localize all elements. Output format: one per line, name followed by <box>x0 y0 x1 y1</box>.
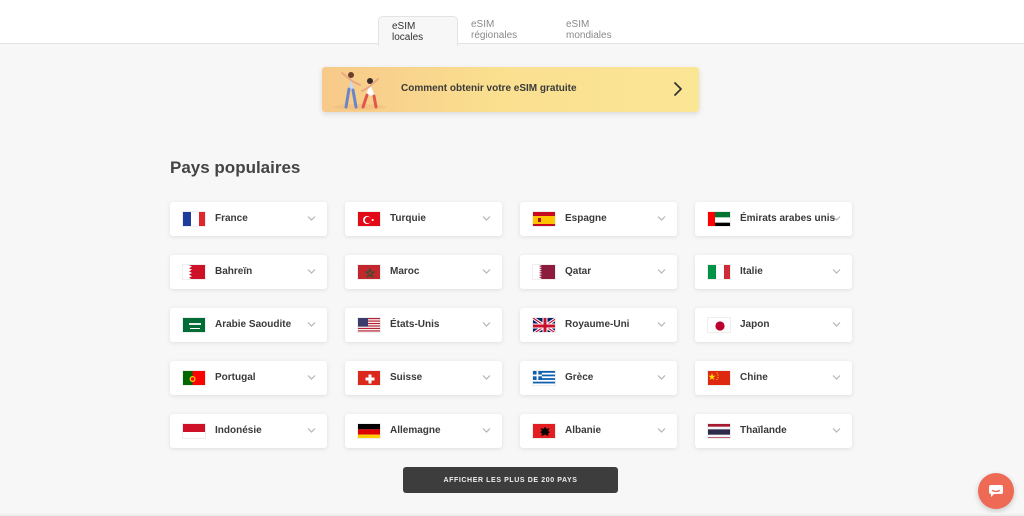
chat-button[interactable] <box>978 473 1014 509</box>
chevron-down-icon <box>832 322 841 327</box>
country-card-chine[interactable]: Chine <box>695 361 852 395</box>
chevron-down-icon <box>307 428 316 433</box>
uk-flag-icon <box>532 317 556 333</box>
dancing-people-illustration <box>334 72 386 110</box>
switzerland-flag-icon <box>357 370 381 386</box>
country-name: Turquie <box>390 213 426 224</box>
country-name: Chine <box>740 372 768 383</box>
chevron-down-icon <box>307 322 316 327</box>
country-card-italie[interactable]: Italie <box>695 255 852 289</box>
japan-flag-icon <box>707 317 731 333</box>
thailand-flag-icon <box>707 423 731 439</box>
bahrain-flag-icon <box>182 264 206 280</box>
portugal-flag-icon <box>182 370 206 386</box>
italy-flag-icon <box>707 264 731 280</box>
country-card-indonesie[interactable]: Indonésie <box>170 414 327 448</box>
chevron-down-icon <box>482 375 491 380</box>
esim-tabs: eSIM locales eSIM régionales eSIM mondia… <box>378 15 648 46</box>
country-name: Bahreïn <box>215 266 253 277</box>
country-card-royaume-uni[interactable]: Royaume-Uni <box>520 308 677 342</box>
chevron-down-icon <box>832 375 841 380</box>
country-name: Japon <box>740 319 770 330</box>
country-card-suisse[interactable]: Suisse <box>345 361 502 395</box>
country-name: Thaïlande <box>740 425 787 436</box>
tab-esim-regionales[interactable]: eSIM régionales <box>458 15 553 45</box>
germany-flag-icon <box>357 423 381 439</box>
morocco-flag-icon <box>357 264 381 280</box>
free-esim-promo-banner[interactable]: Comment obtenir votre eSIM gratuite <box>322 67 699 112</box>
section-title: Pays populaires <box>170 158 301 177</box>
uae-flag-icon <box>707 211 731 227</box>
country-card-turquie[interactable]: Turquie <box>345 202 502 236</box>
usa-flag-icon <box>357 317 381 333</box>
country-name: Suisse <box>390 372 423 383</box>
chat-bubble-icon <box>989 485 1003 497</box>
chevron-down-icon <box>657 269 666 274</box>
country-name: Royaume-Uni <box>565 319 630 330</box>
chevron-down-icon <box>482 428 491 433</box>
country-card-emirats[interactable]: Émirats arabes unis <box>695 202 852 236</box>
country-name: Indonésie <box>215 425 262 436</box>
country-card-portugal[interactable]: Portugal <box>170 361 327 395</box>
chevron-down-icon <box>307 375 316 380</box>
saudi-arabia-flag-icon <box>182 317 206 333</box>
chevron-right-icon <box>674 82 682 96</box>
greece-flag-icon <box>532 370 556 386</box>
promo-text: Comment obtenir votre eSIM gratuite <box>401 83 577 94</box>
country-name: Albanie <box>565 425 602 436</box>
country-name: États-Unis <box>390 319 440 330</box>
turkey-flag-icon <box>357 211 381 227</box>
country-name: Arabie Saoudite <box>215 319 292 330</box>
country-card-japon[interactable]: Japon <box>695 308 852 342</box>
qatar-flag-icon <box>532 264 556 280</box>
country-card-espagne[interactable]: Espagne <box>520 202 677 236</box>
country-card-allemagne[interactable]: Allemagne <box>345 414 502 448</box>
chevron-down-icon <box>832 428 841 433</box>
tab-esim-mondiales[interactable]: eSIM mondiales <box>553 15 648 45</box>
country-name: Allemagne <box>390 425 441 436</box>
country-card-etats-unis[interactable]: États-Unis <box>345 308 502 342</box>
chevron-down-icon <box>482 322 491 327</box>
country-name: Portugal <box>215 372 256 383</box>
popular-countries-grid: France Turquie Espagne Émirats arabes un… <box>170 202 852 448</box>
country-name: Grèce <box>565 372 594 383</box>
chevron-down-icon <box>657 375 666 380</box>
tab-esim-locales[interactable]: eSIM locales <box>378 16 458 46</box>
country-card-bahrein[interactable]: Bahreïn <box>170 255 327 289</box>
chevron-down-icon <box>832 216 841 221</box>
spain-flag-icon <box>532 211 556 227</box>
country-card-france[interactable]: France <box>170 202 327 236</box>
chevron-down-icon <box>482 269 491 274</box>
chevron-down-icon <box>657 216 666 221</box>
country-name: Espagne <box>565 213 607 224</box>
indonesia-flag-icon <box>182 423 206 439</box>
chevron-down-icon <box>307 216 316 221</box>
chevron-down-icon <box>307 269 316 274</box>
country-name: Italie <box>740 266 763 277</box>
albania-flag-icon <box>532 423 556 439</box>
chevron-down-icon <box>657 428 666 433</box>
country-card-qatar[interactable]: Qatar <box>520 255 677 289</box>
chevron-down-icon <box>832 269 841 274</box>
chevron-down-icon <box>657 322 666 327</box>
show-all-countries-button[interactable]: AFFICHER LES PLUS DE 200 PAYS <box>403 467 618 493</box>
country-name: Émirats arabes unis <box>740 213 836 224</box>
france-flag-icon <box>182 211 206 227</box>
chevron-down-icon <box>482 216 491 221</box>
country-card-albanie[interactable]: Albanie <box>520 414 677 448</box>
country-card-grece[interactable]: Grèce <box>520 361 677 395</box>
country-name: France <box>215 213 248 224</box>
country-name: Maroc <box>390 266 420 277</box>
china-flag-icon <box>707 370 731 386</box>
country-card-maroc[interactable]: Maroc <box>345 255 502 289</box>
country-card-arabie-saoudite[interactable]: Arabie Saoudite <box>170 308 327 342</box>
country-name: Qatar <box>565 266 592 277</box>
top-bar: eSIM locales eSIM régionales eSIM mondia… <box>0 0 1024 46</box>
country-card-thailande[interactable]: Thaïlande <box>695 414 852 448</box>
